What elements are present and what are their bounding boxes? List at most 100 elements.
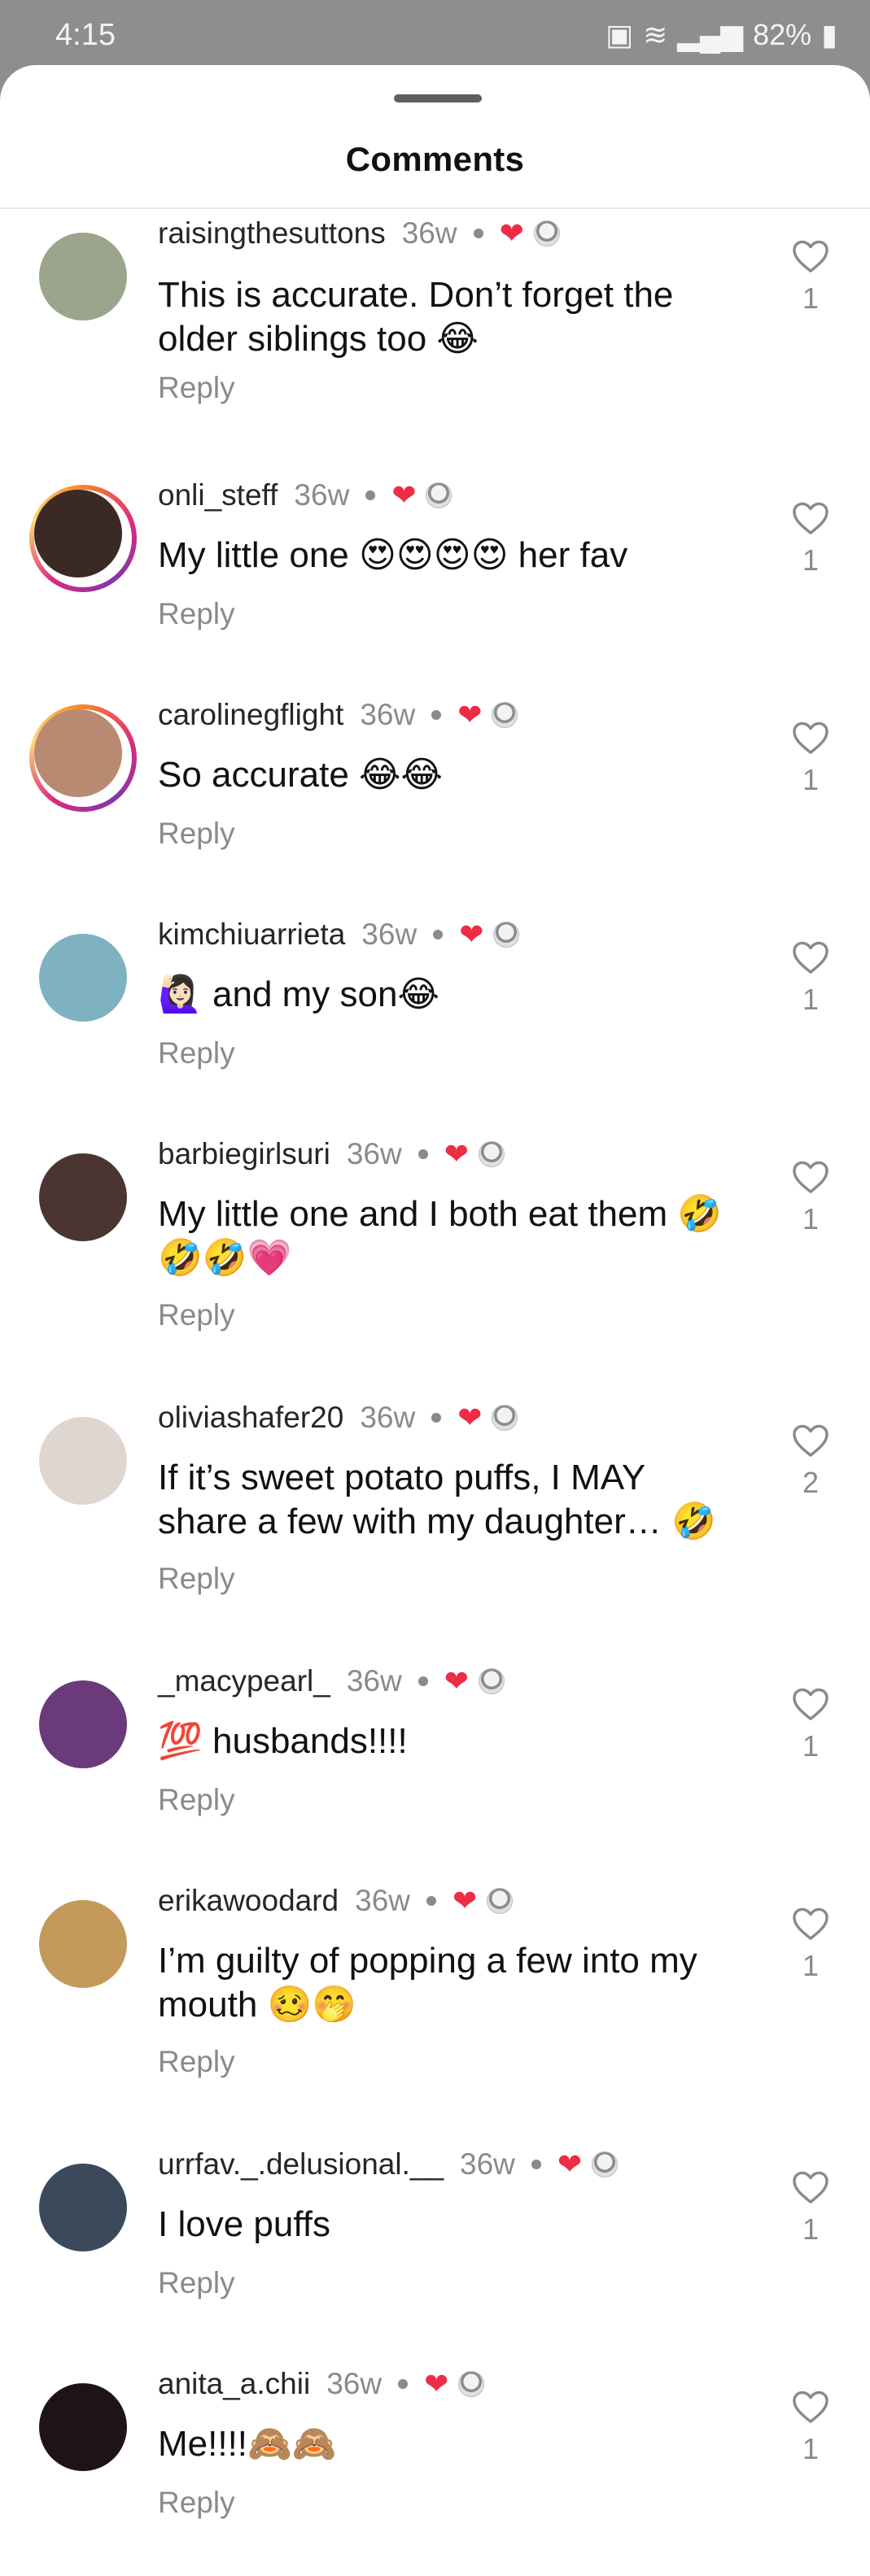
creator-avatar-icon — [478, 1668, 505, 1694]
header-divider — [0, 207, 870, 209]
creator-liked-heart-icon: ❤ — [444, 1664, 469, 1698]
comment-text: Me!!!!🙈🙈 — [158, 2424, 337, 2464]
like-count: 1 — [802, 2432, 820, 2465]
comment-meta: kimchiuarrieta 36w ❤ — [158, 918, 520, 952]
like-count: 1 — [802, 1729, 820, 1763]
like-count: 1 — [802, 543, 820, 577]
comment-username[interactable]: oliviashafer20 — [158, 1401, 343, 1435]
like-control: 1 — [786, 721, 835, 797]
like-heart-icon[interactable] — [786, 2390, 835, 2424]
story-ring — [29, 485, 137, 592]
reply-button[interactable]: Reply — [158, 1783, 235, 1817]
creator-liked-heart-icon: ❤ — [424, 2367, 449, 2400]
separator-dot — [398, 2379, 409, 2389]
like-heart-icon[interactable] — [786, 1687, 835, 1721]
like-count: 1 — [802, 1949, 820, 1982]
like-control: 1 — [786, 1160, 835, 1236]
avatar[interactable] — [39, 1680, 127, 1768]
separator-dot — [418, 1149, 428, 1159]
comment-username[interactable]: raisingthesuttons — [158, 216, 386, 251]
comment-item: oliviashafer20 36w ❤ If it’s sweet potato p… — [0, 1401, 870, 1611]
comment-username[interactable]: carolinegflight — [158, 698, 343, 732]
like-control: 1 — [786, 940, 835, 1017]
comment-username[interactable]: anita_a.chii — [158, 2367, 310, 2401]
reply-button[interactable]: Reply — [158, 2045, 235, 2079]
comment-meta: _macypearl_ 36w ❤ — [158, 1664, 505, 1698]
comment-username[interactable]: _macypearl_ — [158, 1664, 330, 1698]
avatar[interactable] — [39, 934, 127, 1022]
like-control: 2 — [786, 1423, 835, 1500]
status-icons: ▣ ≋ ▂▄▆ 82% ▮ — [606, 18, 837, 52]
comment-username[interactable]: onli_steff — [158, 478, 278, 512]
reply-button[interactable]: Reply — [158, 597, 235, 631]
status-time: 4:15 — [55, 18, 116, 52]
comment-item: _macypearl_ 36w ❤ 💯 husbands!!!! Reply 1 — [0, 1664, 870, 1832]
comment-time: 36w — [401, 216, 457, 250]
avatar-image — [39, 1680, 127, 1768]
like-heart-icon[interactable] — [786, 2170, 835, 2204]
avatar-image — [34, 490, 122, 578]
avatar-image — [39, 2164, 127, 2251]
comment-username[interactable]: erikawoodard — [158, 1884, 339, 1918]
reply-button[interactable]: Reply — [158, 2266, 235, 2300]
like-count: 1 — [802, 763, 820, 796]
comment-time: 36w — [346, 1137, 402, 1170]
comment-meta: carolinegflight 36w ❤ — [158, 698, 518, 732]
comment-meta: barbiegirlsuri 36w ❤ — [158, 1137, 505, 1171]
reply-button[interactable]: Reply — [158, 371, 235, 405]
creator-avatar-icon — [458, 2371, 485, 2397]
avatar[interactable] — [39, 1417, 127, 1505]
comment-item: raisingthesuttons 36w ❤ This is accurate. D… — [0, 216, 870, 420]
reply-button[interactable]: Reply — [158, 1562, 235, 1596]
avatar[interactable] — [39, 2383, 127, 2471]
comment-time: 36w — [360, 1401, 416, 1434]
like-heart-icon[interactable] — [786, 940, 835, 974]
avatar[interactable] — [29, 485, 137, 592]
comment-username[interactable]: urrfav._.delusional.__ — [158, 2147, 444, 2182]
reply-button[interactable]: Reply — [158, 2486, 235, 2520]
avatar-image — [39, 1417, 127, 1505]
like-heart-icon[interactable] — [786, 501, 835, 535]
like-control: 1 — [786, 501, 835, 578]
battery-percent: 82% — [753, 18, 812, 51]
avatar[interactable] — [39, 1900, 127, 1988]
comment-text: I love puffs — [158, 2204, 330, 2244]
reply-button[interactable]: Reply — [158, 1036, 235, 1070]
sheet-title: Comments — [345, 140, 525, 178]
signal-icon: ▂▄▆ — [677, 18, 744, 51]
comment-username[interactable]: kimchiuarrieta — [158, 918, 345, 952]
like-heart-icon[interactable] — [786, 1907, 835, 1941]
drag-handle[interactable] — [394, 94, 482, 102]
avatar[interactable] — [29, 704, 137, 812]
creator-liked-heart-icon: ❤ — [457, 698, 483, 731]
reply-button[interactable]: Reply — [158, 1298, 235, 1332]
avatar[interactable] — [39, 233, 127, 320]
comment-time: 36w — [360, 698, 416, 731]
comment-meta: erikawoodard 36w ❤ — [158, 1884, 514, 1918]
like-heart-icon[interactable] — [786, 1423, 835, 1458]
comment-meta: onli_steff 36w ❤ — [158, 478, 452, 512]
creator-avatar-icon — [426, 482, 452, 508]
story-ring — [29, 704, 137, 812]
avatar-image — [39, 233, 127, 320]
separator-dot — [365, 490, 376, 500]
like-heart-icon[interactable] — [786, 239, 835, 273]
comment-username[interactable]: barbiegirlsuri — [158, 1137, 330, 1171]
avatar[interactable] — [39, 2164, 127, 2251]
comment-time: 36w — [294, 478, 350, 512]
comment-text: This is accurate. Don’t forget the older… — [158, 275, 674, 359]
comment-meta: raisingthesuttons 36w ❤ — [158, 216, 560, 251]
like-count: 1 — [802, 983, 820, 1016]
like-heart-icon[interactable] — [786, 721, 835, 755]
like-control: 1 — [786, 2390, 835, 2466]
comment-text: My little one and I both eat them 🤣🤣🤣💗 — [158, 1194, 723, 1278]
like-heart-icon[interactable] — [786, 1160, 835, 1194]
avatar-image — [39, 2383, 127, 2471]
creator-avatar-icon — [492, 702, 518, 728]
avatar[interactable] — [39, 1153, 127, 1241]
separator-dot — [418, 1676, 428, 1686]
reply-button[interactable]: Reply — [158, 817, 235, 851]
comment-item: carolinegflight 36w ❤ So accurate 😂😂 Reply 1 — [0, 698, 870, 865]
comment-time: 36w — [355, 1884, 411, 1917]
avatar-image — [34, 709, 122, 797]
